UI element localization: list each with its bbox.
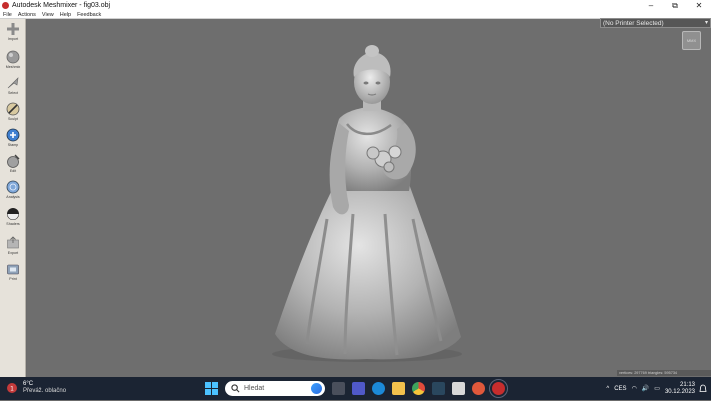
weather-icon: 1 xyxy=(4,380,20,396)
mesh-stats: vertices: 297769 triangles: 595734 xyxy=(617,370,711,376)
language-indicator[interactable]: CES xyxy=(614,386,626,392)
menu-actions[interactable]: Actions xyxy=(18,12,36,18)
teams-icon[interactable] xyxy=(352,382,365,395)
tool-export-label: Export xyxy=(7,251,19,255)
wifi-icon[interactable]: ◠ xyxy=(632,385,637,392)
arrow-select-icon xyxy=(7,77,19,89)
edge-icon[interactable] xyxy=(372,382,385,395)
printer-select[interactable]: (No Printer Selected) ▾ xyxy=(600,18,711,28)
window-title: Autodesk Meshmixer - fig03.obj xyxy=(12,2,111,9)
steam-icon[interactable] xyxy=(432,382,445,395)
volume-icon[interactable]: 🔊 xyxy=(642,385,649,392)
menu-help[interactable]: Help xyxy=(60,12,71,18)
export-icon xyxy=(7,236,19,249)
edit-sphere-icon xyxy=(7,154,20,168)
tool-meshmix-label: Meshmix xyxy=(5,65,21,69)
brush-icon xyxy=(6,102,20,116)
title-bar: Autodesk Meshmixer - fig03.obj – ⧉ ✕ xyxy=(0,0,711,11)
tool-sculpt[interactable]: Sculpt xyxy=(1,102,25,126)
menu-view[interactable]: View xyxy=(42,12,54,18)
weather-widget[interactable]: 1 6°C Převáž. oblačno xyxy=(4,380,66,396)
clock-time: 21:13 xyxy=(679,381,695,388)
search-placeholder: Hledat xyxy=(244,385,265,392)
tool-analysis[interactable]: Analysis xyxy=(1,180,25,204)
tool-import-label: Import xyxy=(7,37,19,41)
mesh-panel-button[interactable]: MMX xyxy=(682,31,701,50)
menu-feedback[interactable]: Feedback xyxy=(77,12,101,18)
chevron-up-icon[interactable]: ^ xyxy=(606,386,609,392)
copilot-icon xyxy=(311,383,322,394)
meshmixer-app-icon xyxy=(2,2,9,9)
meshmixer-taskbar-icon[interactable] xyxy=(489,379,508,398)
tool-sidebar: Import Meshmix Select Sculpt Stamp Edit … xyxy=(0,19,26,377)
tool-print-label: Print xyxy=(9,277,17,281)
battery-icon[interactable]: ▭ xyxy=(654,385,660,392)
shader-icon xyxy=(7,208,19,220)
figurine-model xyxy=(272,45,462,362)
tool-edit-label: Edit xyxy=(9,169,17,173)
minimize-button[interactable]: – xyxy=(639,0,663,11)
sphere-icon xyxy=(6,50,20,64)
tool-export[interactable]: Export xyxy=(1,236,25,260)
plus-icon xyxy=(7,23,19,35)
maximize-button[interactable]: ⧉ xyxy=(663,0,687,11)
clock[interactable]: 21:13 30.12.2023 xyxy=(665,382,695,396)
printer-select-value: (No Printer Selected) xyxy=(603,19,664,27)
taskbar: 1 6°C Převáž. oblačno Hledat ^ CES ◠ 🔊 ▭… xyxy=(0,377,711,400)
menu-file[interactable]: File xyxy=(3,12,12,18)
chrome-icon[interactable] xyxy=(412,382,425,395)
stamp-icon xyxy=(6,128,20,142)
tool-shaders-label: Shaders xyxy=(6,222,20,226)
tool-meshmix[interactable]: Meshmix xyxy=(1,50,25,74)
tool-print[interactable]: Print xyxy=(1,262,25,286)
tool-select[interactable]: Select xyxy=(1,76,25,100)
weather-desc: Převáž. oblačno xyxy=(23,388,67,394)
tool-select-label: Select xyxy=(8,91,18,95)
tool-analysis-label: Analysis xyxy=(6,195,20,199)
tool-stamp[interactable]: Stamp xyxy=(1,128,25,152)
tool-stamp-label: Stamp xyxy=(7,143,19,147)
window-controls: – ⧉ ✕ xyxy=(639,0,711,11)
file-explorer-icon[interactable] xyxy=(392,382,405,395)
close-button[interactable]: ✕ xyxy=(687,0,711,11)
svg-text:1: 1 xyxy=(10,386,14,393)
analysis-icon xyxy=(6,180,20,194)
taskbar-search[interactable]: Hledat xyxy=(225,381,325,396)
chevron-down-icon: ▾ xyxy=(704,20,708,26)
system-tray: ^ CES ◠ 🔊 ▭ 21:13 30.12.2023 xyxy=(606,377,711,400)
tool-edit[interactable]: Edit xyxy=(1,154,25,178)
firefox-icon[interactable] xyxy=(472,382,485,395)
3d-viewport[interactable]: MMX xyxy=(27,19,711,377)
weather-temp: 6°C xyxy=(23,381,34,387)
tool-sculpt-label: Sculpt xyxy=(8,117,18,121)
start-button[interactable] xyxy=(205,382,218,395)
tool-import[interactable]: Import xyxy=(1,22,25,46)
print-icon xyxy=(7,264,19,275)
tool-shaders[interactable]: Shaders xyxy=(1,207,25,231)
task-view-icon[interactable] xyxy=(332,382,345,395)
search-icon xyxy=(231,384,240,393)
notification-bell-icon[interactable] xyxy=(698,384,708,394)
clock-date: 30.12.2023 xyxy=(664,388,695,395)
app-icon[interactable] xyxy=(452,382,465,395)
